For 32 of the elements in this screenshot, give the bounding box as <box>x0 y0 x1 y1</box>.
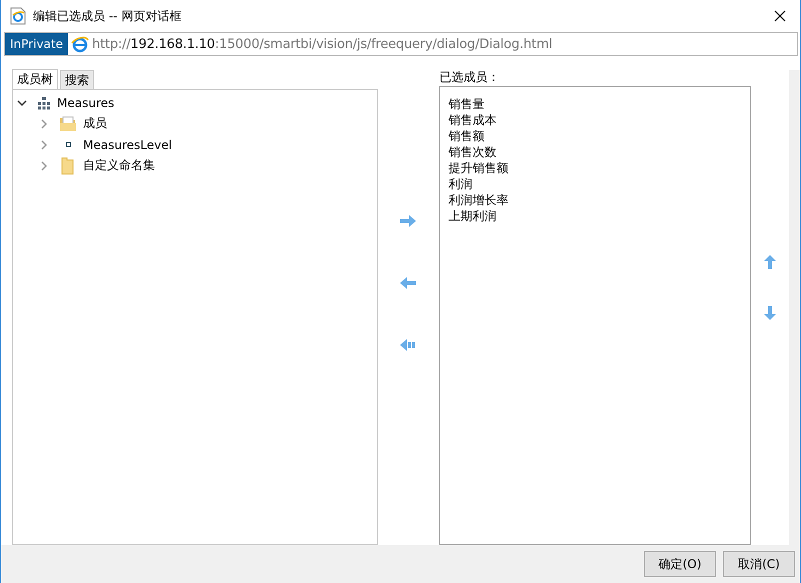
tab[interactable]: 成员树 <box>12 69 58 89</box>
tree-item[interactable]: 自定义命名集 <box>83 157 155 174</box>
move-down-icon[interactable] <box>764 306 776 320</box>
expander-icon[interactable] <box>17 98 27 108</box>
member-item[interactable]: 上期利润 <box>448 208 742 224</box>
member-item[interactable]: 销售成本 <box>448 112 742 128</box>
hierarchy-icon <box>37 96 51 110</box>
move-up-icon[interactable] <box>764 255 776 269</box>
url-text[interactable]: http://192.168.1.10:15000/smartbi/vision/js/freequery/dialog/Dialog.html <box>92 36 552 52</box>
cancel-button[interactable]: 取消(C) <box>723 551 795 577</box>
level-icon <box>66 142 70 147</box>
close-icon[interactable] <box>774 10 786 22</box>
selected-members-label: 已选成员： <box>439 70 500 86</box>
member-item[interactable]: 销售量 <box>448 96 742 112</box>
member-item[interactable]: 利润 <box>448 176 742 192</box>
add-arrow-icon[interactable] <box>400 215 416 227</box>
window-title: 编辑已选成员 -- 网页对话框 <box>33 8 182 24</box>
tree-item[interactable]: Measures <box>57 96 114 110</box>
page-icon <box>10 7 26 25</box>
folder-icon <box>59 116 77 132</box>
member-item[interactable]: 利润增长率 <box>448 192 742 208</box>
member-item[interactable]: 提升销售额 <box>448 160 742 176</box>
remove-all-arrow-icon[interactable] <box>400 339 416 351</box>
ok-button[interactable]: 确定(O) <box>644 551 716 577</box>
tree-item[interactable]: 成员 <box>83 115 107 132</box>
member-item[interactable]: 销售次数 <box>448 144 742 160</box>
browser-icon <box>70 35 89 53</box>
member-item[interactable]: 销售额 <box>448 128 742 144</box>
remove-arrow-icon[interactable] <box>400 277 416 289</box>
tree-item[interactable]: MeasuresLevel <box>83 138 172 152</box>
tab[interactable]: 搜索 <box>60 70 94 89</box>
inprivate-badge: InPrivate <box>5 33 68 55</box>
